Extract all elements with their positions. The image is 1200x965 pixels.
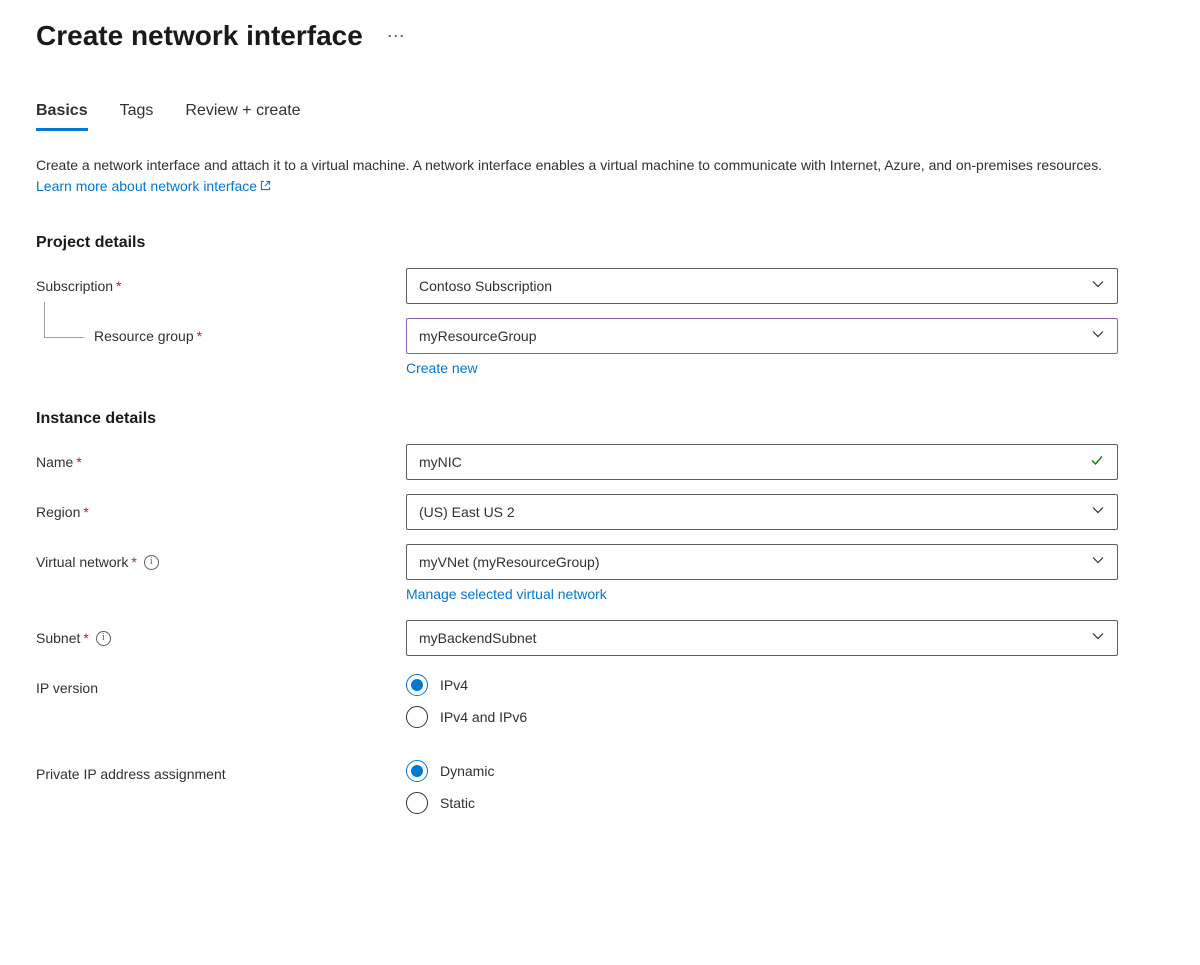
chevron-down-icon [1091, 328, 1105, 345]
chevron-down-icon [1091, 504, 1105, 521]
ip-version-ipv4-ipv6-radio[interactable]: IPv4 and IPv6 [406, 706, 1118, 728]
manage-virtual-network-link[interactable]: Manage selected virtual network [406, 586, 607, 602]
private-ip-static-radio[interactable]: Static [406, 792, 1118, 814]
subscription-label: Subscription* [36, 268, 406, 304]
tab-tags[interactable]: Tags [120, 102, 154, 131]
instance-details-heading: Instance details [36, 410, 1164, 428]
region-select[interactable]: (US) East US 2 [406, 494, 1118, 530]
resource-group-label: Resource group* [36, 318, 406, 354]
chevron-down-icon [1091, 554, 1105, 571]
tree-elbow-icon [44, 302, 84, 338]
external-link-icon [259, 177, 272, 198]
private-ip-dynamic-radio[interactable]: Dynamic [406, 760, 1118, 782]
check-icon [1089, 453, 1105, 472]
chevron-down-icon [1091, 630, 1105, 647]
private-ip-assignment-label: Private IP address assignment [36, 756, 406, 792]
region-label: Region* [36, 494, 406, 530]
more-icon[interactable]: ⋯ [387, 27, 406, 45]
name-label: Name* [36, 444, 406, 480]
subnet-label: Subnet* i [36, 620, 406, 656]
chevron-down-icon [1091, 278, 1105, 295]
info-icon[interactable]: i [96, 631, 111, 646]
page-title: Create network interface [36, 20, 363, 52]
info-icon[interactable]: i [144, 555, 159, 570]
tab-review-create[interactable]: Review + create [185, 102, 300, 131]
learn-more-link[interactable]: Learn more about network interface [36, 178, 272, 194]
tab-bar: Basics Tags Review + create [36, 102, 1164, 131]
create-new-resource-group-link[interactable]: Create new [406, 360, 478, 376]
subscription-select[interactable]: Contoso Subscription [406, 268, 1118, 304]
project-details-heading: Project details [36, 234, 1164, 252]
name-input[interactable]: myNIC [406, 444, 1118, 480]
ip-version-label: IP version [36, 670, 406, 706]
resource-group-select[interactable]: myResourceGroup [406, 318, 1118, 354]
description-text: Create a network interface and attach it… [36, 155, 1136, 198]
subnet-select[interactable]: myBackendSubnet [406, 620, 1118, 656]
tab-basics[interactable]: Basics [36, 102, 88, 131]
ip-version-ipv4-radio[interactable]: IPv4 [406, 674, 1118, 696]
virtual-network-label: Virtual network* i [36, 544, 406, 580]
virtual-network-select[interactable]: myVNet (myResourceGroup) [406, 544, 1118, 580]
